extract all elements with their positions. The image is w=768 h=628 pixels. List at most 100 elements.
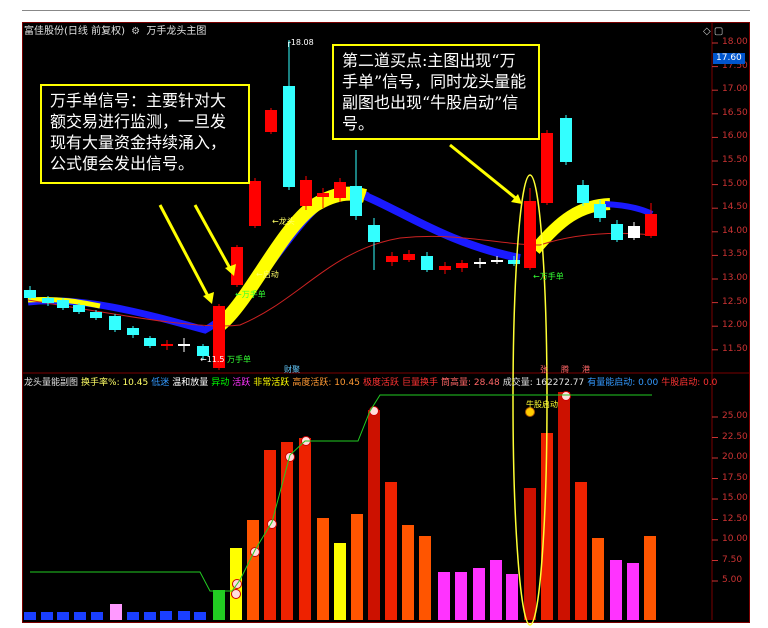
volume-bar: [281, 442, 293, 620]
candle-body: [403, 254, 415, 260]
candle-body: [491, 260, 503, 262]
volume-bar: [247, 520, 259, 620]
legend-item: 温和放量: [172, 378, 209, 388]
legend-item: 有量能启动: 0.00: [587, 378, 659, 388]
candle-body: [594, 204, 606, 218]
volume-bar: [41, 612, 53, 620]
legend-item: 极度活跃: [362, 378, 399, 388]
candle-body: [524, 201, 536, 268]
candle-body: [368, 225, 380, 242]
sub-tick: 25.00: [722, 411, 748, 421]
volume-bar: [127, 612, 139, 620]
callout-left: 万手单信号：主要针对大额交易进行监测，一旦发现有大量资金持续涌入，公式便会发出信…: [40, 84, 250, 184]
sub-legend: 龙头量能副图 换手率%: 10.45 低迷 温和放量 异动 活跃 非常活跃 高度活跃: 10.…: [24, 376, 720, 390]
price-tick: 16.50: [722, 107, 748, 118]
callout-arrow-3: [449, 143, 519, 202]
price-tick: 13.50: [722, 249, 748, 260]
volume-bar: [334, 543, 346, 620]
volume-bar: [455, 572, 467, 620]
candle-body: [386, 256, 398, 262]
price-tick: 17.00: [722, 84, 748, 95]
candle-body: [474, 262, 486, 264]
candle-body: [645, 214, 657, 236]
volume-bar: [558, 392, 570, 620]
volume-bar: [385, 482, 397, 620]
price-tick: 15.00: [722, 178, 748, 189]
volume-bar: [402, 525, 414, 620]
high-label: ┌18.08: [286, 38, 314, 47]
wanshou-label-3: ←万手单: [533, 272, 564, 281]
volume-bar: [144, 612, 156, 620]
low-label: ←11.5: [200, 355, 225, 364]
ma-ribbon-blue-2: [363, 192, 521, 262]
teng-label: 腾: [561, 365, 569, 374]
volume-bar: [74, 612, 86, 620]
candle-body: [421, 256, 433, 270]
volume-bar: [91, 612, 103, 620]
volume-bar: [351, 514, 363, 620]
sub-tick: 22.50: [722, 431, 748, 442]
legend-item: 牛股启动: 0.0: [661, 378, 718, 388]
candle-body: [144, 338, 156, 346]
candle-body: [127, 328, 139, 335]
candle-body: [541, 133, 553, 203]
candle-body: [508, 260, 520, 264]
ma-bands: [27, 186, 654, 334]
niugu-label: 牛股启动: [526, 400, 558, 409]
volume-bar: [490, 560, 502, 620]
legend-item: 低迷: [151, 378, 170, 388]
longtou-label: ←龙头: [272, 217, 295, 226]
candle-body: [628, 226, 640, 238]
legend-item: 高度活跃: 10.45: [292, 378, 360, 388]
volume-bar: [57, 612, 69, 620]
candle-body: [283, 86, 295, 187]
volume-bar: [419, 536, 431, 620]
volume-bar: [160, 611, 172, 620]
price-tick: 13.00: [722, 273, 748, 283]
callout-right: 第二道买点:主图出现“万手单”信号，同时龙头量能副图也出现“牛股启动”信号。: [332, 44, 540, 140]
candle-body: [178, 344, 190, 346]
caijing-label: 财聚: [284, 365, 300, 374]
candle-body: [73, 305, 85, 312]
callout-arrow-2: [193, 204, 234, 273]
candle-body: [439, 266, 451, 270]
signal-dot: [231, 589, 241, 599]
volume-bar: [110, 604, 122, 620]
legend-item: 活跃: [232, 378, 251, 388]
candle-body: [577, 185, 589, 203]
price-tick: 12.50: [722, 296, 748, 307]
legend-item: 换手率%: 10.45: [81, 378, 149, 388]
volume-bar: [24, 612, 36, 620]
legend-item: 成交量: 162272.77: [502, 378, 585, 388]
qidong-label: ←启动: [256, 270, 279, 279]
signal-dot: [285, 452, 295, 462]
signal-dot: [369, 406, 379, 416]
sub-tick: 15.00: [722, 493, 748, 503]
candle-body: [560, 118, 572, 162]
sub-tick: 7.50: [722, 554, 743, 565]
price-tick: 16.00: [722, 131, 748, 142]
screenshot-stage: 富佳股份(日线 前复权) ⚙ 万手龙头主图 ◇ ▢ 18.00 17.50 17.0…: [0, 0, 768, 628]
signal-dot: [561, 391, 571, 401]
volume-bar: [317, 518, 329, 620]
candle-body: [57, 300, 69, 308]
wanshou-label-2: ←万手单: [235, 290, 266, 299]
candle-body: [161, 344, 173, 346]
volume-bar: [610, 560, 622, 620]
price-tick: 11.50: [722, 343, 748, 354]
legend-item: 筒高量: 28.48: [441, 378, 500, 388]
candle-body: [456, 263, 468, 268]
volume-bar: [264, 450, 276, 620]
price-tick: 18.00: [722, 37, 748, 47]
signal-dot: [250, 547, 260, 557]
sub-tick: 20.00: [722, 452, 748, 462]
price-tick: 12.00: [722, 320, 748, 331]
volume-bar: [575, 482, 587, 620]
candle-body: [42, 298, 54, 303]
zhang-label: 张: [540, 365, 548, 374]
candle-body: [90, 312, 102, 318]
sub-tick: 17.50: [722, 472, 748, 483]
volume-bar: [368, 410, 380, 620]
volume-bar: [592, 538, 604, 620]
price-tick: 14.00: [722, 225, 748, 236]
